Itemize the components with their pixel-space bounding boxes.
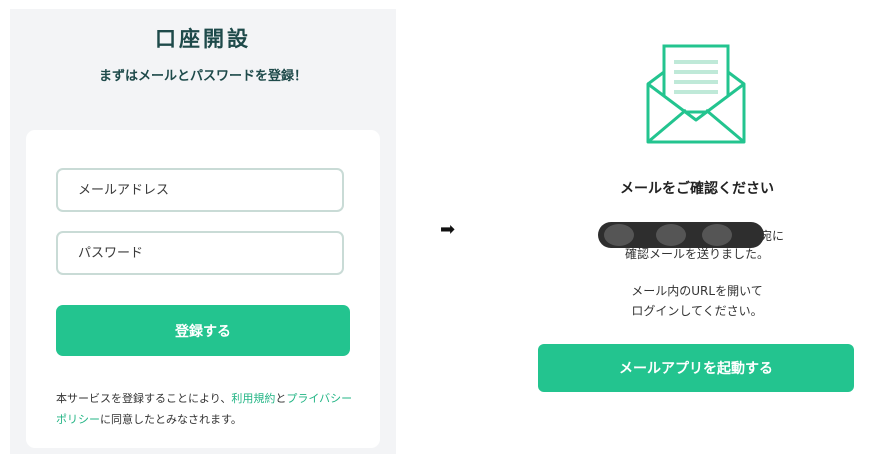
terms-and: と — [275, 392, 287, 405]
sent-message: 確認メールを送りました。 — [624, 247, 769, 261]
register-button-label: 登録する — [175, 323, 231, 340]
terms-prefix: 本サービスを登録することにより、 — [56, 392, 232, 405]
arrow-right-icon: ➡ — [440, 219, 456, 240]
instruction-line-1: メール内のURLを開いて — [631, 284, 763, 298]
email-field[interactable] — [56, 168, 344, 212]
signup-card: 登録する 本サービスを登録することにより、利用規約とプライバシーポリシーに同意し… — [26, 130, 380, 448]
password-input[interactable] — [58, 233, 342, 273]
launch-mail-app-label: メールアプリを起動する — [619, 361, 773, 377]
address-suffix: 宛に — [760, 229, 785, 243]
terms-notice: 本サービスを登録することにより、利用規約とプライバシーポリシーに同意したとみなさ… — [56, 388, 356, 430]
signup-panel: 口座開設 まずはメールとパスワードを登録！ 登録する 本サービスを登録することに… — [10, 9, 396, 454]
page-subtitle: まずはメールとパスワードを登録！ — [98, 69, 307, 84]
instruction-line-2: ログインしてください。 — [631, 304, 763, 318]
envelope-letter-icon — [646, 44, 748, 148]
page-title: 口座開設 — [155, 27, 251, 51]
launch-mail-app-button[interactable]: メールアプリを起動する — [538, 344, 854, 392]
terms-of-service-link[interactable]: 利用規約 — [231, 392, 275, 405]
email-input[interactable] — [58, 170, 342, 210]
register-button[interactable]: 登録する — [56, 305, 350, 356]
confirmation-title: メールをご確認ください — [620, 181, 774, 197]
terms-suffix: に同意したとみなされます。 — [100, 413, 242, 426]
password-field[interactable] — [56, 231, 344, 275]
